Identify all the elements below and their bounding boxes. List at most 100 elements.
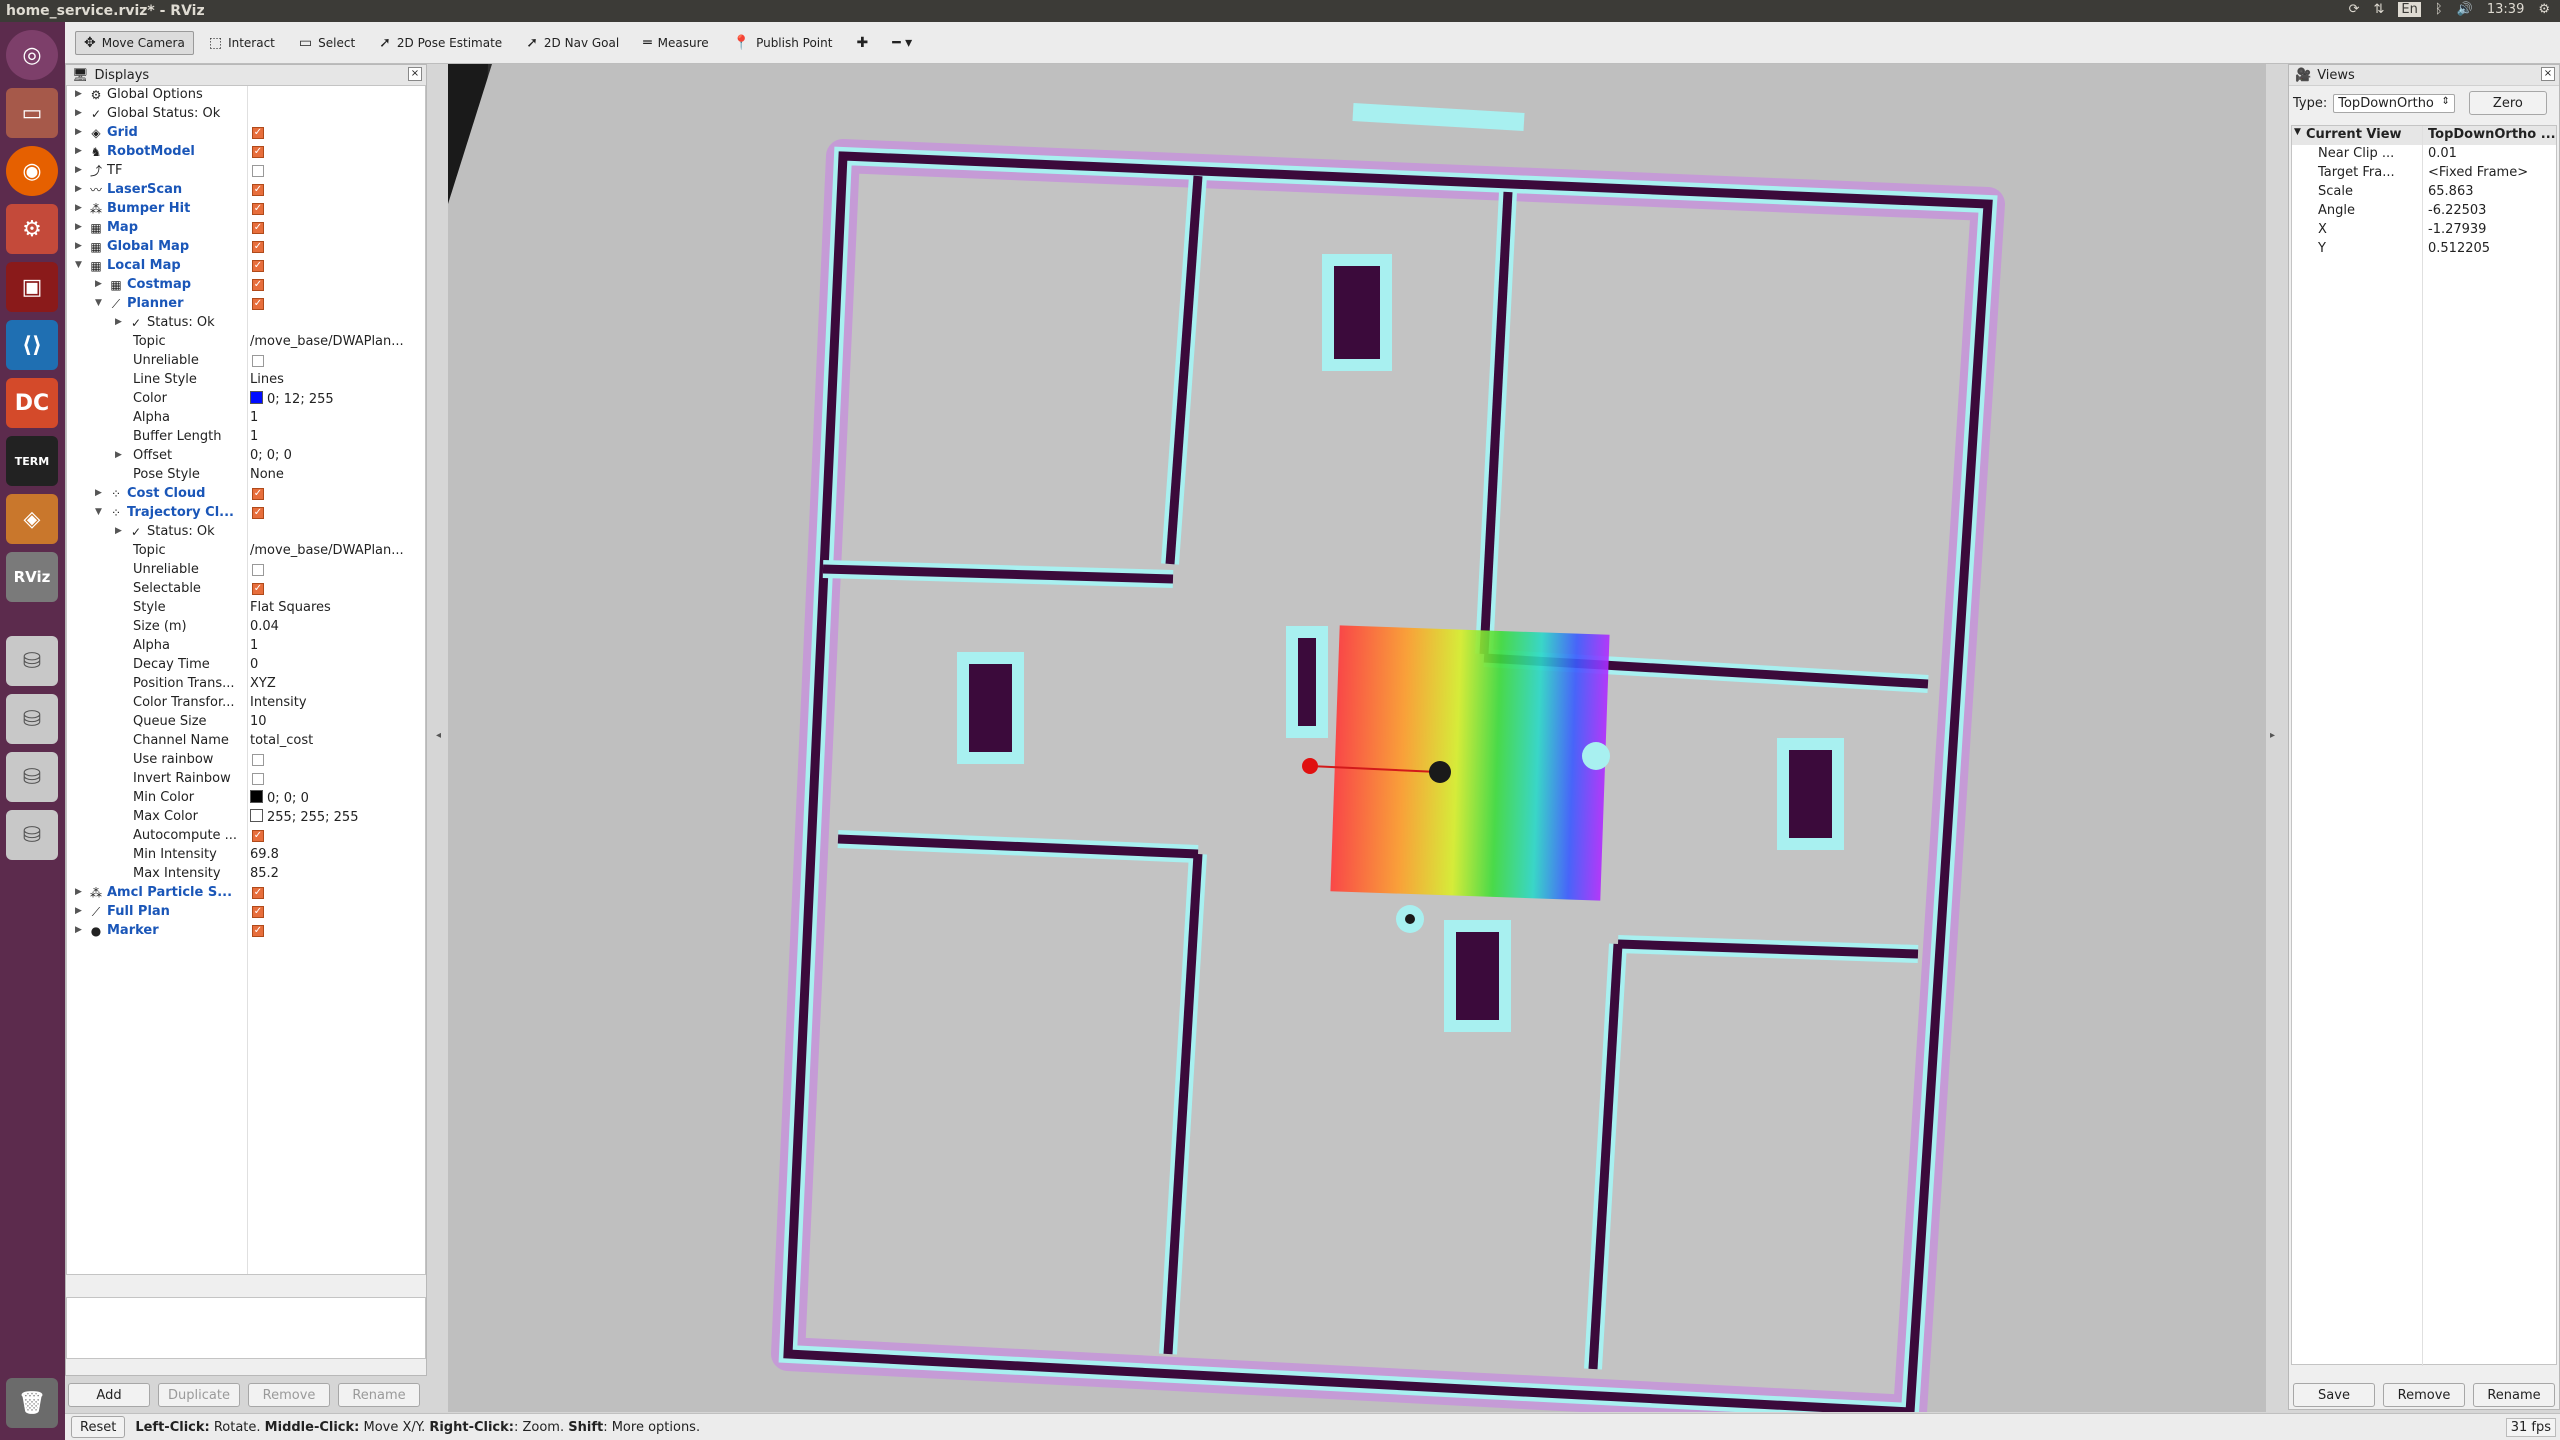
enable-checkbox[interactable]: ✓ bbox=[252, 241, 264, 253]
enable-checkbox[interactable]: ✓ bbox=[252, 488, 264, 500]
display-value[interactable]: 0; 0; 0 bbox=[250, 448, 292, 463]
disk-icon[interactable]: ⛁ bbox=[6, 694, 58, 744]
vscode-icon[interactable]: ⟨⟩ bbox=[6, 320, 58, 370]
display-row[interactable]: Alpha 1 bbox=[67, 637, 425, 656]
display-value[interactable]: 0; 0; 0 bbox=[250, 790, 309, 806]
display-row[interactable]: ▶ ⚙ Global Options bbox=[67, 86, 425, 105]
firefox-icon[interactable]: ◉ bbox=[6, 146, 58, 196]
left-splitter-handle[interactable]: ◂ bbox=[436, 730, 441, 741]
display-row[interactable]: ▶ ▦ Global Map ✓ bbox=[67, 238, 425, 257]
view-type-select[interactable]: TopDownOrtho ⇕ bbox=[2333, 93, 2455, 113]
display-value[interactable]: 255; 255; 255 bbox=[250, 809, 358, 825]
display-row[interactable]: ▶ ⁂ Amcl Particle S... ✓ bbox=[67, 884, 425, 903]
display-row[interactable]: Pose Style None bbox=[67, 466, 425, 485]
display-row[interactable]: ▼ ⁘ Trajectory Cl... ✓ bbox=[67, 504, 425, 523]
display-row[interactable]: ▶ Offset 0; 0; 0 bbox=[67, 447, 425, 466]
display-row[interactable]: ▶ ⁘ Cost Cloud ✓ bbox=[67, 485, 425, 504]
display-row[interactable]: Selectable ✓ bbox=[67, 580, 425, 599]
ubuntu-icon[interactable]: ◎ bbox=[6, 30, 58, 80]
display-row[interactable]: Color 0; 12; 255 bbox=[67, 390, 425, 409]
expand-arrow-icon[interactable]: ▶ bbox=[95, 279, 105, 289]
display-row[interactable]: Max Intensity 85.2 bbox=[67, 865, 425, 884]
enable-checkbox[interactable]: ✓ bbox=[252, 507, 264, 519]
view-property-value[interactable]: 0.512205 bbox=[2428, 241, 2490, 256]
expand-arrow-icon[interactable]: ▶ bbox=[75, 241, 85, 251]
toolbar-tool-7[interactable]: ✚ bbox=[847, 31, 877, 55]
right-splitter-handle[interactable]: ▸ bbox=[2270, 730, 2275, 741]
clock[interactable]: 13:39 bbox=[2487, 2, 2524, 17]
display-row[interactable]: ▶ ✓ Global Status: Ok bbox=[67, 105, 425, 124]
enable-checkbox[interactable]: ✓ bbox=[252, 260, 264, 272]
display-row[interactable]: Decay Time 0 bbox=[67, 656, 425, 675]
display-row[interactable]: Channel Name total_cost bbox=[67, 732, 425, 751]
expand-arrow-icon[interactable]: ▶ bbox=[115, 450, 125, 460]
duplicate-display-button[interactable]: Duplicate bbox=[158, 1383, 240, 1407]
enable-checkbox[interactable]: ✓ bbox=[252, 830, 264, 842]
view-property-row[interactable]: Target Fra... <Fixed Frame> bbox=[2292, 164, 2556, 183]
display-value[interactable]: None bbox=[250, 467, 284, 482]
expand-arrow-icon[interactable]: ▶ bbox=[75, 184, 85, 194]
view-property-row[interactable]: Near Clip ... 0.01 bbox=[2292, 145, 2556, 164]
reset-button[interactable]: Reset bbox=[71, 1416, 126, 1438]
language-indicator[interactable]: En bbox=[2398, 2, 2421, 17]
enable-checkbox[interactable]: ✓ bbox=[252, 146, 264, 158]
display-value[interactable]: /move_base/DWAPlan... bbox=[250, 334, 404, 349]
enable-checkbox[interactable]: ✓ bbox=[252, 887, 264, 899]
expand-arrow-icon[interactable]: ▶ bbox=[75, 887, 85, 897]
expand-arrow-icon[interactable]: ▶ bbox=[95, 488, 105, 498]
volume-icon[interactable]: 🔊 bbox=[2457, 2, 2473, 17]
display-row[interactable]: Topic/move_base/DWAPlan... bbox=[67, 333, 425, 352]
display-row[interactable]: Line Style Lines bbox=[67, 371, 425, 390]
enable-checkbox[interactable] bbox=[252, 754, 264, 766]
display-value[interactable]: 69.8 bbox=[250, 847, 279, 862]
display-row[interactable]: Max Color 255; 255; 255 bbox=[67, 808, 425, 827]
rename-view-button[interactable]: Rename bbox=[2473, 1383, 2555, 1407]
enable-checkbox[interactable]: ✓ bbox=[252, 127, 264, 139]
enable-checkbox[interactable] bbox=[252, 564, 264, 576]
files-icon[interactable]: ▭ bbox=[6, 88, 58, 138]
remove-view-button[interactable]: Remove bbox=[2383, 1383, 2465, 1407]
package-icon[interactable]: ◈ bbox=[6, 494, 58, 544]
display-row[interactable]: Style Flat Squares bbox=[67, 599, 425, 618]
view-property-row[interactable]: Y 0.512205 bbox=[2292, 240, 2556, 259]
display-row[interactable]: Min Intensity 69.8 bbox=[67, 846, 425, 865]
expand-arrow-icon[interactable]: ▶ bbox=[75, 89, 85, 99]
expand-arrow-icon[interactable]: ▶ bbox=[75, 222, 85, 232]
toolbar-tool-8[interactable]: ━ ▾ bbox=[883, 31, 921, 55]
disk-icon[interactable]: ⛁ bbox=[6, 752, 58, 802]
expand-arrow-icon[interactable]: ▶ bbox=[75, 165, 85, 175]
enable-checkbox[interactable]: ✓ bbox=[252, 925, 264, 937]
add-display-button[interactable]: Add bbox=[68, 1383, 150, 1407]
trash-icon[interactable]: 🗑 bbox=[6, 1378, 58, 1428]
sync-icon[interactable]: ⟳ bbox=[2349, 2, 2360, 17]
display-row[interactable]: Color Transfor... Intensity bbox=[67, 694, 425, 713]
settings-icon[interactable]: ⚙ bbox=[6, 204, 58, 254]
expand-arrow-icon[interactable]: ▶ bbox=[75, 146, 85, 156]
expand-arrow-icon[interactable]: ▼ bbox=[2294, 127, 2301, 137]
enable-checkbox[interactable]: ✓ bbox=[252, 906, 264, 918]
display-row[interactable]: ▼ ⟋ Planner ✓ bbox=[67, 295, 425, 314]
disk-icon[interactable]: ⛁ bbox=[6, 810, 58, 860]
display-row[interactable]: Unreliable bbox=[67, 352, 425, 371]
display-value[interactable]: Flat Squares bbox=[250, 600, 331, 615]
save-view-button[interactable]: Save bbox=[2293, 1383, 2375, 1407]
display-value[interactable]: 0; 12; 255 bbox=[250, 391, 334, 407]
display-value[interactable]: total_cost bbox=[250, 733, 313, 748]
view-property-row[interactable]: Angle -6.22503 bbox=[2292, 202, 2556, 221]
expand-arrow-icon[interactable]: ▼ bbox=[95, 298, 105, 308]
display-row[interactable]: ▶ ⁂ Bumper Hit ✓ bbox=[67, 200, 425, 219]
color-swatch[interactable] bbox=[250, 391, 263, 404]
view-property-value[interactable]: <Fixed Frame> bbox=[2428, 165, 2528, 180]
display-value[interactable]: 85.2 bbox=[250, 866, 279, 881]
enable-checkbox[interactable]: ✓ bbox=[252, 583, 264, 595]
display-row[interactable]: ▶ ● Marker ✓ bbox=[67, 922, 425, 941]
display-value[interactable]: /move_base/DWAPlan... bbox=[250, 543, 404, 558]
expand-arrow-icon[interactable]: ▶ bbox=[115, 317, 125, 327]
zero-button[interactable]: Zero bbox=[2468, 91, 2547, 115]
view-property-value[interactable]: 0.01 bbox=[2428, 146, 2457, 161]
enable-checkbox[interactable]: ✓ bbox=[252, 222, 264, 234]
display-row[interactable]: ▶ ♞ RobotModel ✓ bbox=[67, 143, 425, 162]
toolbar-tool-5[interactable]: ═ Measure bbox=[634, 31, 717, 55]
enable-checkbox[interactable] bbox=[252, 165, 264, 177]
enable-checkbox[interactable]: ✓ bbox=[252, 184, 264, 196]
